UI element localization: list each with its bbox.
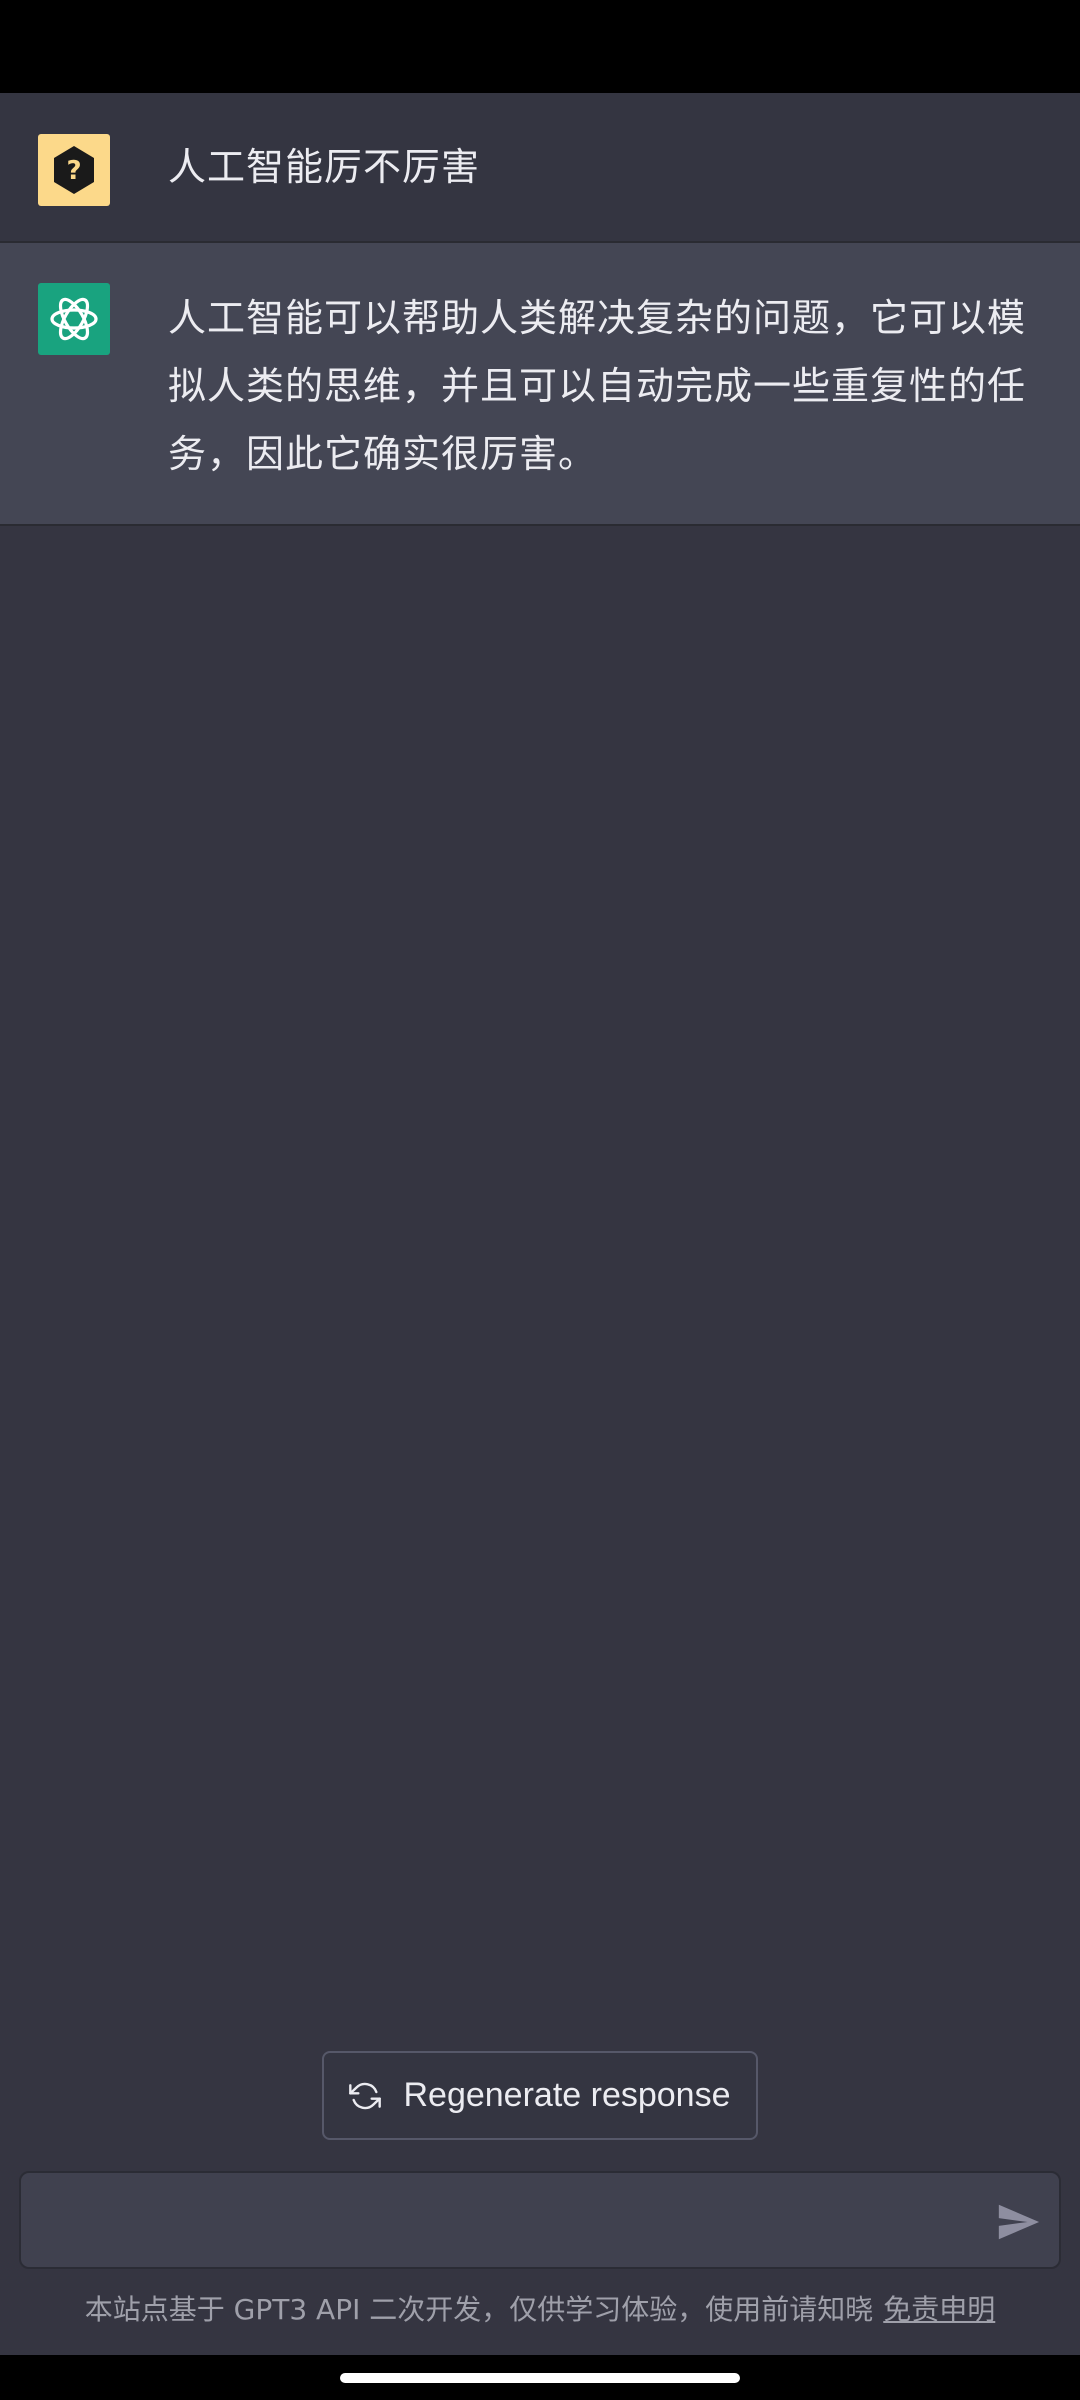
disclaimer: 本站点基于 GPT3 API 二次开发，仅供学习体验，使用前请知晓 免责申明 [0, 2285, 1080, 2335]
status-bar [0, 0, 1080, 93]
disclaimer-link[interactable]: 免责申明 [883, 2293, 995, 2326]
user-message-row: ? 人工智能厉不厉害 [0, 93, 1080, 243]
refresh-icon [349, 2082, 382, 2109]
user-message-text: 人工智能厉不厉害 [168, 145, 481, 189]
disclaimer-text: 本站点基于 GPT3 API 二次开发，仅供学习体验，使用前请知晓 [84, 2293, 874, 2326]
message-input-box[interactable] [19, 2171, 1061, 2269]
svg-text:?: ? [66, 156, 81, 186]
openai-logo-icon [38, 283, 110, 355]
home-indicator[interactable] [340, 2373, 740, 2383]
regenerate-label: Regenerate response [403, 2076, 731, 2114]
question-hexagon-icon: ? [38, 134, 110, 206]
message-input[interactable] [45, 2191, 989, 2253]
assistant-message-text: 人工智能可以帮助人类解决复杂的问题，它可以模拟人类的思维，并且可以自动完成一些重… [168, 296, 1027, 476]
chat-screen: ? 人工智能厉不厉害 人工智能可以帮助人类解决复杂的问题，它可以模拟人类的思维，… [0, 0, 1080, 2400]
regenerate-response-button[interactable]: Regenerate response [322, 2051, 758, 2140]
send-button[interactable] [995, 2199, 1041, 2245]
assistant-message-row: 人工智能可以帮助人类解决复杂的问题，它可以模拟人类的思维，并且可以自动完成一些重… [0, 243, 1080, 526]
send-icon [998, 2204, 1040, 2240]
